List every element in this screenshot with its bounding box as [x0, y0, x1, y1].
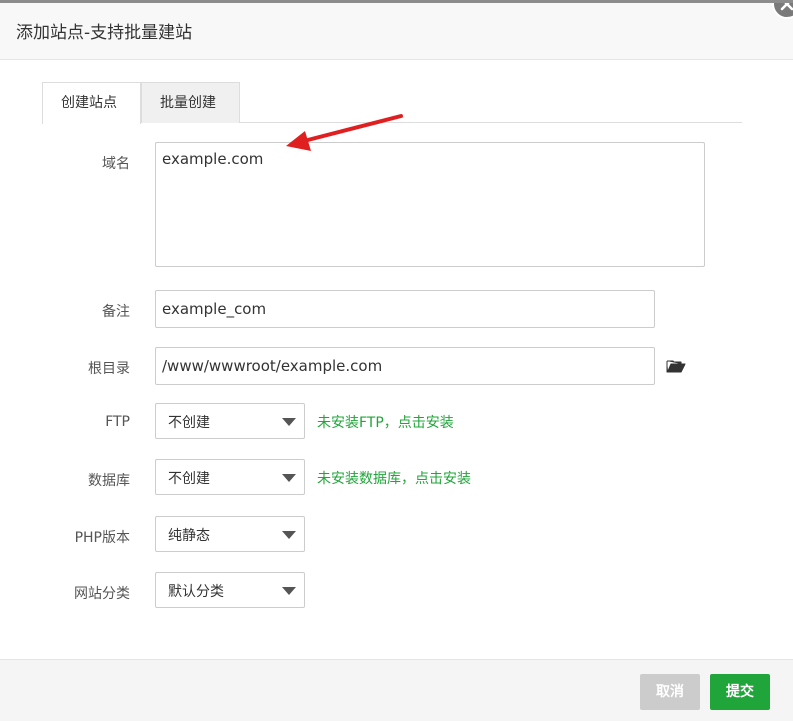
- site-category-select-value: 默认分类: [168, 584, 224, 600]
- submit-button[interactable]: 提交: [710, 674, 770, 710]
- ftp-label: FTP: [105, 414, 130, 430]
- database-select[interactable]: 不创建: [155, 459, 305, 495]
- cancel-button[interactable]: 取消: [640, 674, 700, 710]
- folder-open-icon[interactable]: [666, 358, 686, 374]
- remark-label: 备注: [102, 304, 130, 320]
- chevron-down-icon: [282, 418, 296, 426]
- add-site-dialog: 添加站点-支持批量建站 创建站点 批量创建 域名 example.com 备注 …: [0, 0, 793, 721]
- domain-label: 域名: [102, 156, 130, 172]
- database-select-value: 不创建: [168, 471, 210, 487]
- site-category-select[interactable]: 默认分类: [155, 572, 305, 608]
- site-category-label: 网站分类: [74, 586, 130, 602]
- chevron-down-icon: [282, 474, 296, 482]
- database-label: 数据库: [88, 473, 130, 489]
- dialog-title: 添加站点-支持批量建站: [16, 23, 193, 43]
- ftp-select[interactable]: 不创建: [155, 403, 305, 439]
- tab-bar: 创建站点 批量创建: [42, 82, 742, 124]
- tab-create-site[interactable]: 创建站点: [42, 82, 141, 124]
- php-version-label: PHP版本: [74, 530, 130, 546]
- remark-input[interactable]: [155, 290, 655, 328]
- root-dir-label: 根目录: [88, 361, 130, 377]
- tab-batch-create[interactable]: 批量创建: [141, 82, 240, 123]
- dialog-footer: 取消 提交: [0, 659, 793, 721]
- domain-textarea[interactable]: example.com: [155, 142, 705, 267]
- ftp-select-value: 不创建: [168, 415, 210, 431]
- close-icon: [780, 3, 793, 11]
- php-version-select[interactable]: 纯静态: [155, 516, 305, 552]
- install-database-link[interactable]: 未安装数据库，点击安装: [317, 468, 471, 488]
- install-ftp-link[interactable]: 未安装FTP，点击安装: [317, 412, 454, 432]
- chevron-down-icon: [282, 587, 296, 595]
- chevron-down-icon: [282, 531, 296, 539]
- php-version-select-value: 纯静态: [168, 528, 210, 544]
- dialog-header: 添加站点-支持批量建站: [0, 3, 793, 60]
- root-dir-input[interactable]: [155, 347, 655, 385]
